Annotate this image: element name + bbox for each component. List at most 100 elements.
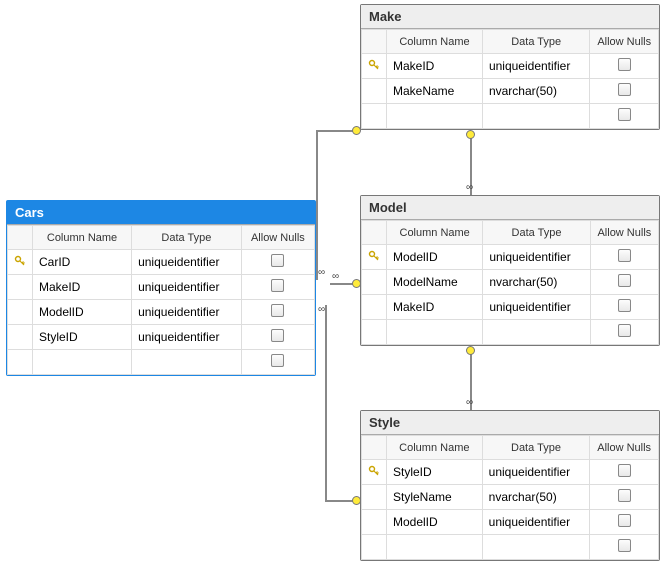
cell-data-type: uniqueidentifier	[482, 54, 590, 79]
header-allow-nulls: Allow Nulls	[590, 436, 659, 460]
cell-column-name: StyleID	[33, 325, 132, 350]
header-column-name: Column Name	[387, 221, 483, 245]
table-row[interactable]: MakeID uniqueidentifier	[8, 275, 315, 300]
cell-column-name	[33, 350, 132, 375]
allow-nulls-checkbox[interactable]	[618, 108, 631, 121]
cell-data-type: uniqueidentifier	[483, 245, 590, 270]
table-make[interactable]: Make Column Name Data Type Allow Nulls M…	[360, 4, 660, 130]
cell-column-name: ModelID	[33, 300, 132, 325]
key-endpoint-icon	[352, 126, 361, 135]
allow-nulls-checkbox[interactable]	[618, 464, 631, 477]
cell-column-name: MakeName	[387, 79, 483, 104]
allow-nulls-checkbox[interactable]	[271, 329, 284, 342]
allow-nulls-checkbox[interactable]	[618, 83, 631, 96]
cell-data-type: nvarchar(50)	[482, 485, 590, 510]
cell-data-type: uniqueidentifier	[482, 460, 590, 485]
cell-data-type: nvarchar(50)	[483, 270, 590, 295]
header-key	[362, 30, 387, 54]
table-row[interactable]	[362, 535, 659, 560]
cell-data-type	[132, 350, 242, 375]
cell-data-type: uniqueidentifier	[132, 275, 242, 300]
table-title: Style	[361, 411, 659, 435]
cell-column-name	[387, 535, 483, 560]
infinity-endpoint-icon: ∞	[318, 305, 325, 315]
table-row[interactable]: CarID uniqueidentifier	[8, 250, 315, 275]
header-key	[8, 226, 33, 250]
table-row[interactable]: MakeName nvarchar(50)	[362, 79, 659, 104]
primary-key-icon	[368, 250, 380, 262]
columns-grid: Column Name Data Type Allow Nulls ModelI…	[361, 220, 659, 345]
header-column-name: Column Name	[387, 30, 483, 54]
table-row[interactable]: MakeID uniqueidentifier	[362, 295, 659, 320]
allow-nulls-checkbox[interactable]	[618, 274, 631, 287]
cell-data-type: uniqueidentifier	[132, 325, 242, 350]
allow-nulls-checkbox[interactable]	[271, 254, 284, 267]
table-row[interactable]	[362, 320, 659, 345]
allow-nulls-checkbox[interactable]	[618, 514, 631, 527]
table-title: Make	[361, 5, 659, 29]
header-data-type: Data Type	[483, 221, 590, 245]
table-title: Model	[361, 196, 659, 220]
cell-data-type: uniqueidentifier	[483, 295, 590, 320]
cell-data-type: nvarchar(50)	[482, 79, 590, 104]
primary-key-icon	[368, 465, 380, 477]
cell-data-type	[482, 104, 590, 129]
table-cars[interactable]: Cars Column Name Data Type Allow Nulls C…	[6, 200, 316, 376]
allow-nulls-checkbox[interactable]	[271, 354, 284, 367]
cell-column-name: ModelID	[387, 510, 483, 535]
table-row[interactable]: StyleName nvarchar(50)	[362, 485, 659, 510]
cell-column-name: ModelID	[387, 245, 483, 270]
table-row[interactable]: StyleID uniqueidentifier	[8, 325, 315, 350]
cell-column-name	[387, 104, 483, 129]
columns-grid: Column Name Data Type Allow Nulls CarID …	[7, 225, 315, 375]
table-row[interactable]	[362, 104, 659, 129]
cell-data-type	[483, 320, 590, 345]
cell-data-type: uniqueidentifier	[132, 300, 242, 325]
allow-nulls-checkbox[interactable]	[618, 58, 631, 71]
allow-nulls-checkbox[interactable]	[271, 279, 284, 292]
header-data-type: Data Type	[482, 436, 590, 460]
table-row[interactable]: ModelName nvarchar(50)	[362, 270, 659, 295]
key-endpoint-icon	[466, 346, 475, 355]
allow-nulls-checkbox[interactable]	[618, 324, 631, 337]
table-row[interactable]: ModelID uniqueidentifier	[362, 245, 659, 270]
table-model[interactable]: Model Column Name Data Type Allow Nulls …	[360, 195, 660, 346]
columns-grid: Column Name Data Type Allow Nulls MakeID…	[361, 29, 659, 129]
cell-data-type: uniqueidentifier	[482, 510, 590, 535]
cell-column-name: ModelName	[387, 270, 483, 295]
allow-nulls-checkbox[interactable]	[618, 299, 631, 312]
table-title: Cars	[7, 201, 315, 225]
cell-column-name: StyleName	[387, 485, 483, 510]
table-style[interactable]: Style Column Name Data Type Allow Nulls …	[360, 410, 660, 561]
header-allow-nulls: Allow Nulls	[590, 30, 659, 54]
primary-key-icon	[14, 255, 26, 267]
header-column-name: Column Name	[387, 436, 483, 460]
header-allow-nulls: Allow Nulls	[241, 226, 314, 250]
allow-nulls-checkbox[interactable]	[618, 539, 631, 552]
cell-data-type	[482, 535, 590, 560]
cell-column-name	[387, 320, 483, 345]
allow-nulls-checkbox[interactable]	[618, 249, 631, 262]
header-column-name: Column Name	[33, 226, 132, 250]
cell-data-type: uniqueidentifier	[132, 250, 242, 275]
header-key	[362, 221, 387, 245]
table-row[interactable]	[8, 350, 315, 375]
columns-grid: Column Name Data Type Allow Nulls StyleI…	[361, 435, 659, 560]
infinity-endpoint-icon: ∞	[466, 183, 473, 193]
relationship-line[interactable]	[325, 305, 327, 500]
table-row[interactable]: MakeID uniqueidentifier	[362, 54, 659, 79]
cell-column-name: MakeID	[33, 275, 132, 300]
infinity-endpoint-icon: ∞	[332, 272, 339, 282]
allow-nulls-checkbox[interactable]	[618, 489, 631, 502]
infinity-endpoint-icon: ∞	[466, 398, 473, 408]
key-endpoint-icon	[466, 130, 475, 139]
header-data-type: Data Type	[132, 226, 242, 250]
header-allow-nulls: Allow Nulls	[590, 221, 658, 245]
relationship-line[interactable]	[316, 130, 318, 280]
cell-column-name: StyleID	[387, 460, 483, 485]
table-row[interactable]: StyleID uniqueidentifier	[362, 460, 659, 485]
table-row[interactable]: ModelID uniqueidentifier	[362, 510, 659, 535]
allow-nulls-checkbox[interactable]	[271, 304, 284, 317]
cell-column-name: MakeID	[387, 54, 483, 79]
table-row[interactable]: ModelID uniqueidentifier	[8, 300, 315, 325]
